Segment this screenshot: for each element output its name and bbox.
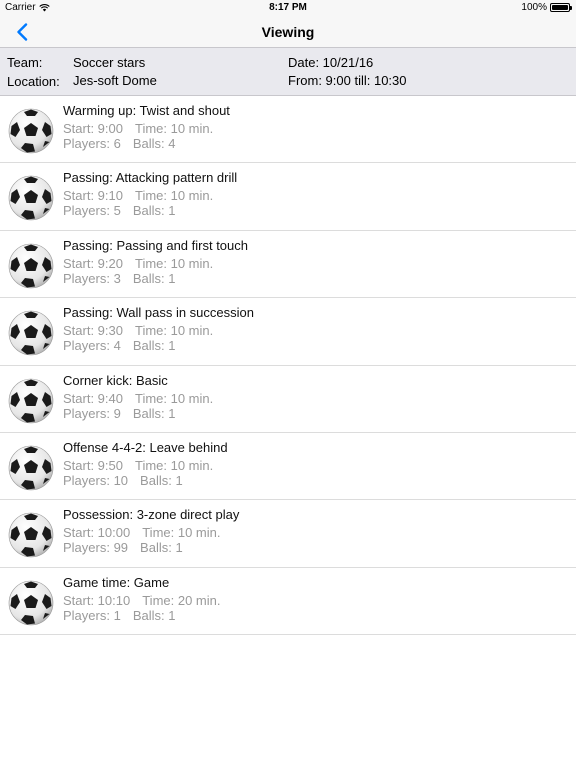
drill-name: Corner kick: Basic [63, 372, 168, 388]
drill-players: Players: 4 [63, 338, 121, 354]
drill-duration: Time: 10 min. [134, 457, 214, 473]
soccer-ball-icon [8, 378, 54, 423]
status-time: 8:17 PM [269, 2, 307, 13]
location-label: Location: [7, 74, 60, 89]
soccer-ball-icon [8, 445, 54, 491]
drill-duration: Time: 10 min. [134, 255, 214, 271]
drill-resources: Players: 5 Balls: 1 [63, 203, 175, 218]
drill-resources: Players: 3 Balls: 1 [63, 271, 175, 286]
battery-percent: 100% [521, 2, 547, 13]
drill-row[interactable]: Warming up: Twist and shout Start: 9:00 T… [0, 96, 576, 164]
team-value: Soccer stars [73, 55, 146, 70]
drill-duration: Time: 10 min. [134, 188, 214, 204]
drill-players: Players: 6 [63, 136, 121, 151]
drill-duration: Time: 10 min. [142, 525, 221, 541]
drill-resources: Players: 1 Balls: 1 [63, 608, 175, 623]
drill-balls: Balls: 1 [132, 203, 176, 219]
drill-duration: Time: 20 min. [142, 592, 221, 608]
drill-resources: Players: 4 Balls: 1 [63, 338, 175, 353]
drill-name: Game time: Game [63, 574, 170, 590]
time-range-text: From: 9:00 till: 10:30 [288, 73, 407, 88]
drill-name: Passing: Wall pass in succession [63, 305, 254, 321]
drill-players: Players: 99 [63, 540, 129, 556]
soccer-ball-icon [8, 513, 54, 558]
drill-start: Start: 10:00 [63, 525, 131, 541]
drill-balls: Balls: 4 [132, 136, 176, 151]
drill-name: Warming up: Twist and shout [63, 103, 230, 118]
date-text: Date: 10/21/16 [288, 55, 374, 70]
drill-schedule: Start: 9:40 Time: 10 min. [63, 391, 213, 406]
drill-duration: Time: 10 min. [134, 121, 214, 136]
drill-row[interactable]: Passing: Passing and first touch Start: … [0, 231, 576, 299]
drill-balls: Balls: 1 [132, 338, 176, 354]
drill-players: Players: 3 [63, 270, 121, 286]
drill-start: Start: 9:20 [63, 255, 123, 271]
drill-start: Start: 9:40 [63, 390, 123, 406]
drill-balls: Balls: 1 [132, 270, 176, 286]
drill-balls: Balls: 1 [140, 472, 183, 488]
drill-row[interactable]: Offense 4-4-2: Leave behind Start: 9:50 T… [0, 433, 576, 501]
drill-players: Players: 9 [63, 405, 121, 421]
drill-schedule: Start: 10:10 Time: 20 min. [63, 593, 220, 608]
drill-name: Passing: Attacking pattern drill [63, 170, 238, 186]
drill-start: Start: 9:50 [63, 457, 123, 473]
drill-players: Players: 5 [63, 203, 121, 219]
drill-resources: Players: 10 Balls: 1 [63, 473, 183, 488]
drill-name: Possession: 3-zone direct play [63, 507, 240, 523]
drill-resources: Players: 9 Balls: 1 [63, 406, 175, 421]
soccer-ball-icon [8, 176, 54, 221]
page-title: Viewing [261, 24, 315, 40]
drill-row[interactable]: Passing: Attacking pattern drill Start: … [0, 163, 576, 231]
drill-duration: Time: 10 min. [134, 323, 214, 339]
drill-start: Start: 9:10 [63, 188, 123, 204]
soccer-ball-icon [8, 580, 54, 626]
drill-players: Players: 10 [63, 472, 129, 488]
drill-schedule: Start: 9:00 Time: 10 min. [63, 121, 213, 136]
drill-schedule: Start: 9:20 Time: 10 min. [63, 256, 213, 271]
drill-list: Warming up: Twist and shout Start: 9:00 T… [0, 96, 576, 636]
soccer-ball-icon [8, 310, 54, 356]
team-label: Team: [7, 55, 43, 70]
drill-schedule: Start: 9:30 Time: 10 min. [63, 323, 213, 338]
drill-resources: Players: 6 Balls: 4 [63, 136, 175, 151]
battery-indicator: 100% [521, 2, 572, 13]
drill-schedule: Start: 9:10 Time: 10 min. [63, 188, 213, 203]
drill-schedule: Start: 9:50 Time: 10 min. [63, 458, 213, 473]
location-value: Jes-soft Dome [73, 73, 157, 88]
drill-start: Start: 10:10 [63, 592, 131, 608]
drill-row[interactable]: Game time: Game Start: 10:10 Time: 20 min… [0, 568, 576, 636]
drill-row[interactable]: Passing: Wall pass in succession Start: … [0, 298, 576, 366]
navigation-bar: Viewing [0, 16, 576, 48]
drill-schedule: Start: 10:00 Time: 10 min. [63, 525, 220, 540]
drill-start: Start: 9:30 [63, 323, 123, 339]
drill-players: Players: 1 [63, 607, 121, 623]
drill-duration: Time: 10 min. [134, 390, 214, 406]
drill-start: Start: 9:00 [63, 121, 123, 136]
status-bar: Carrier 8:17 PM 100% [0, 0, 576, 16]
drill-balls: Balls: 1 [132, 607, 176, 623]
drill-row[interactable]: Corner kick: Basic Start: 9:40 Time: 10 m… [0, 366, 576, 433]
soccer-ball-icon [8, 108, 54, 154]
drill-balls: Balls: 1 [132, 405, 176, 421]
drill-name: Passing: Passing and first touch [63, 237, 248, 253]
session-info-panel: Team: Soccer stars Location: Jes-soft Do… [0, 48, 576, 96]
drill-name: Offense 4-4-2: Leave behind [63, 439, 228, 455]
drill-row[interactable]: Possession: 3-zone direct play Start: 10… [0, 500, 576, 568]
soccer-ball-icon [8, 243, 54, 289]
drill-balls: Balls: 1 [140, 540, 183, 556]
battery-icon [550, 3, 572, 12]
drill-resources: Players: 99 Balls: 1 [63, 540, 183, 555]
